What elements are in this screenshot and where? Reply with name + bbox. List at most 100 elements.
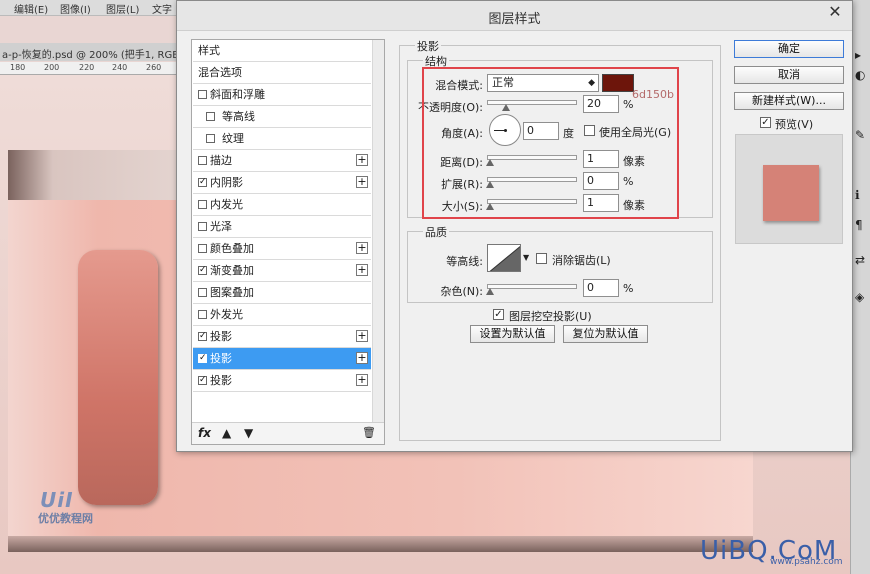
style-list-label: 内阴影: [210, 176, 243, 189]
style-preview: [735, 134, 843, 244]
right-toolbar: ▸ ◐ ✎ ℹ ¶ ⇄ ◈: [850, 0, 870, 574]
half-circle-icon[interactable]: ◐: [855, 68, 865, 82]
noise-slider[interactable]: [486, 284, 577, 295]
paragraph-icon[interactable]: ¶: [855, 218, 863, 232]
fx-icon[interactable]: fx: [198, 426, 211, 440]
add-style-icon[interactable]: +: [356, 374, 368, 386]
style-list-item[interactable]: 外发光: [193, 304, 371, 326]
style-list-item[interactable]: 斜面和浮雕: [193, 84, 371, 106]
style-list-label: 光泽: [210, 220, 232, 233]
style-checkbox[interactable]: ✓: [198, 178, 207, 187]
style-list-label: 颜色叠加: [210, 242, 254, 255]
add-style-icon[interactable]: +: [356, 176, 368, 188]
preview-sample: [763, 165, 819, 221]
contour-picker[interactable]: [487, 244, 521, 272]
dialog-titlebar[interactable]: 图层样式 ✕: [177, 1, 852, 31]
style-checkbox[interactable]: [206, 134, 215, 143]
style-list-item[interactable]: 纹理: [193, 128, 371, 150]
antialias-label[interactable]: 消除锯齿(L): [552, 252, 611, 268]
styles-list-scrollbar[interactable]: [372, 40, 384, 424]
menu-layer[interactable]: 图层(L): [106, 1, 139, 16]
delete-icon[interactable]: 🗑: [362, 426, 376, 439]
brush-icon[interactable]: ✎: [855, 128, 865, 142]
artwork-bar-bottom: [8, 536, 753, 552]
style-checkbox[interactable]: [198, 244, 207, 253]
ruler-tick: 180: [10, 63, 26, 72]
style-list-label: 投影: [210, 352, 232, 365]
preview-checkbox[interactable]: ✓: [760, 117, 771, 128]
noise-label: 杂色(N):: [440, 285, 483, 298]
style-list-item[interactable]: ✓ 投影 +: [193, 370, 371, 392]
style-list-item[interactable]: ✓ 渐变叠加 +: [193, 260, 371, 282]
style-list-label: 纹理: [222, 132, 244, 145]
menu-edit[interactable]: 编辑(E): [14, 1, 48, 16]
style-checkbox[interactable]: ✓: [198, 376, 207, 385]
watermark-site-sub: www.psahz.com: [770, 557, 843, 567]
style-checkbox[interactable]: ✓: [198, 266, 207, 275]
horizontal-ruler: 180 200 220 240 260: [0, 62, 180, 75]
menu-type[interactable]: 文字: [152, 1, 172, 16]
style-list-item[interactable]: 描边 +: [193, 150, 371, 172]
menu-image[interactable]: 图像(I): [60, 1, 91, 16]
move-down-icon[interactable]: ▼: [244, 426, 253, 440]
add-style-icon[interactable]: +: [356, 242, 368, 254]
style-list-item[interactable]: 颜色叠加 +: [193, 238, 371, 260]
style-list-label: 内发光: [210, 198, 243, 211]
style-list-item[interactable]: ✓ 投影 +: [193, 326, 371, 348]
style-checkbox[interactable]: [198, 90, 207, 99]
ruler-tick: 260: [146, 63, 162, 72]
style-checkbox[interactable]: ✓: [198, 354, 207, 363]
style-list-label: 样式: [198, 44, 220, 57]
style-checkbox[interactable]: [198, 200, 207, 209]
style-list-item[interactable]: 内发光: [193, 194, 371, 216]
style-list-label: 斜面和浮雕: [210, 88, 265, 101]
info-icon[interactable]: ℹ: [855, 188, 860, 202]
ps-tool-icon[interactable]: ▸: [855, 48, 861, 62]
style-list-item[interactable]: 混合选项: [193, 62, 371, 84]
style-list-item[interactable]: 等高线: [193, 106, 371, 128]
close-icon[interactable]: ✕: [824, 3, 846, 21]
style-checkbox[interactable]: [198, 310, 207, 319]
style-checkbox[interactable]: [198, 288, 207, 297]
styles-list-footer: fx ▲ ▼ 🗑: [192, 422, 384, 444]
antialias-checkbox[interactable]: [536, 253, 547, 264]
new-style-button[interactable]: 新建样式(W)...: [734, 92, 844, 110]
style-list-item[interactable]: ✓ 投影 +: [193, 348, 371, 370]
cancel-button[interactable]: 取消: [734, 66, 844, 84]
layer-style-dialog: 图层样式 ✕ 样式 混合选项 斜面和浮雕 等高线 纹理 描边 + ✓ 内阴影 + 内发光 光泽 颜色叠加…: [176, 0, 853, 452]
style-checkbox[interactable]: [198, 222, 207, 231]
style-list-item[interactable]: 光泽: [193, 216, 371, 238]
style-list-label: 投影: [210, 330, 232, 343]
reset-default-button[interactable]: 复位为默认值: [563, 325, 648, 343]
add-style-icon[interactable]: +: [356, 154, 368, 166]
layers-icon[interactable]: ◈: [855, 290, 864, 304]
style-list-item[interactable]: ✓ 内阴影 +: [193, 172, 371, 194]
add-style-icon[interactable]: +: [356, 330, 368, 342]
ruler-tick: 200: [44, 63, 60, 72]
contour-curve-icon: [489, 245, 520, 271]
ruler-tick: 220: [79, 63, 95, 72]
chevron-down-icon[interactable]: ▼: [523, 253, 529, 262]
noise-slider-thumb[interactable]: [486, 288, 494, 295]
make-default-button[interactable]: 设置为默认值: [470, 325, 555, 343]
knockout-label[interactable]: 图层挖空投影(U): [509, 308, 592, 324]
style-list-item[interactable]: 图案叠加: [193, 282, 371, 304]
preview-label[interactable]: 预览(V): [775, 116, 813, 132]
style-list-label: 外发光: [210, 308, 243, 321]
noise-unit: %: [623, 282, 634, 295]
move-up-icon[interactable]: ▲: [222, 426, 231, 440]
style-checkbox[interactable]: [206, 112, 215, 121]
quality-title: 品质: [423, 224, 449, 240]
add-style-icon[interactable]: +: [356, 352, 368, 364]
add-style-icon[interactable]: +: [356, 264, 368, 276]
style-list-item[interactable]: 样式: [193, 40, 371, 62]
style-list-label: 投影: [210, 374, 232, 387]
style-checkbox[interactable]: ✓: [198, 332, 207, 341]
ok-button[interactable]: 确定: [734, 40, 844, 58]
document-tab[interactable]: a-p-恢复的.psd @ 200% (把手1, RGB/: [0, 43, 180, 61]
noise-input[interactable]: 0: [583, 279, 619, 297]
knockout-checkbox[interactable]: ✓: [493, 309, 504, 320]
style-checkbox[interactable]: [198, 156, 207, 165]
annotation-highlight-box: [422, 67, 679, 219]
swap-icon[interactable]: ⇄: [855, 253, 865, 267]
